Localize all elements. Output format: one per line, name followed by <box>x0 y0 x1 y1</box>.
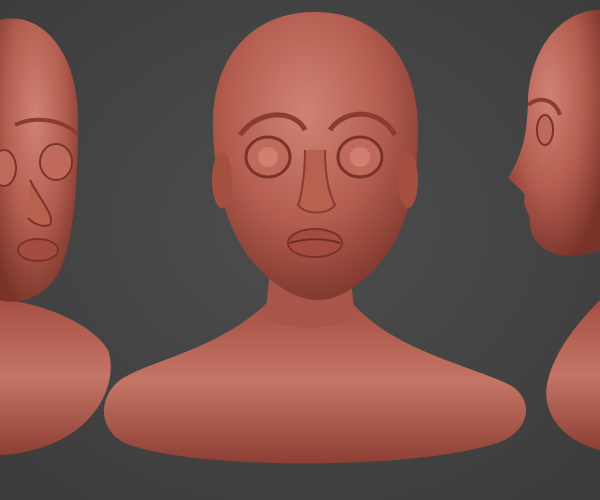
eye <box>0 149 17 187</box>
eye <box>536 114 554 146</box>
eye <box>39 143 73 181</box>
sculpt-render-scene <box>0 0 600 500</box>
lips <box>17 238 59 262</box>
ear-left <box>212 152 232 208</box>
ear-right <box>398 152 418 208</box>
lips <box>287 228 343 258</box>
